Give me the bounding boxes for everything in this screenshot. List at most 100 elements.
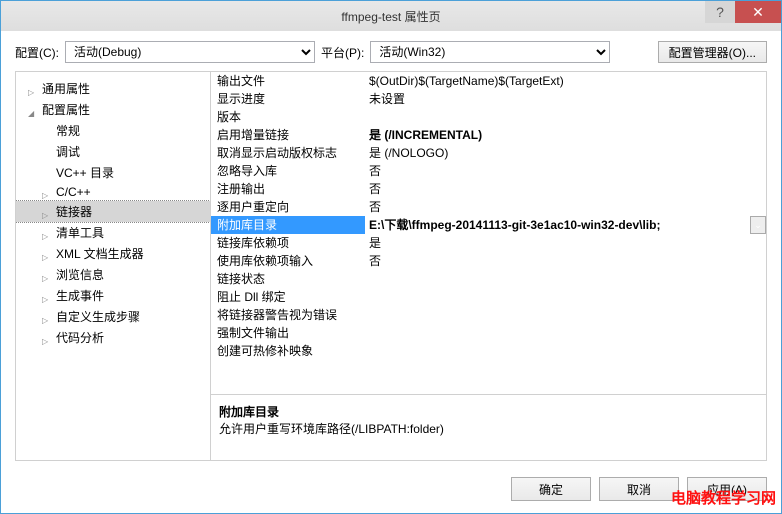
config-manager-button[interactable]: 配置管理器(O)... (658, 41, 767, 63)
property-grid[interactable]: 输出文件$(OutDir)$(TargetName)$(TargetExt)显示… (211, 72, 766, 394)
property-name: 版本 (211, 108, 365, 126)
tree-item[interactable]: 通用属性 (16, 78, 210, 99)
tree-item[interactable]: 配置属性 (16, 99, 210, 120)
property-row[interactable]: 注册输出否 (211, 180, 766, 198)
property-row[interactable]: 阻止 Dll 绑定 (211, 288, 766, 306)
tree-item[interactable]: 自定义生成步骤 (16, 306, 210, 327)
watermark: 电脑教程学习网 (671, 487, 776, 508)
tree-item-label: 浏览信息 (56, 266, 104, 283)
caret-collapsed-icon[interactable] (42, 333, 52, 343)
property-row[interactable]: 逐用户重定向否 (211, 198, 766, 216)
caret-collapsed-icon[interactable] (42, 312, 52, 322)
platform-combo[interactable]: 活动(Win32) (370, 41, 610, 63)
property-row[interactable]: 忽略导入库否 (211, 162, 766, 180)
nav-tree[interactable]: 通用属性配置属性常规调试 VC++ 目录 C/C++ 链接器清单工具XML 文档生成器… (16, 72, 211, 460)
property-value[interactable]: 否 (365, 198, 766, 216)
property-name: 附加库目录 (211, 216, 365, 234)
tree-item-label: 生成事件 (56, 287, 104, 304)
tree-item[interactable]: 调试 (16, 141, 210, 162)
property-name: 注册输出 (211, 180, 365, 198)
description-title: 附加库目录 (219, 403, 758, 420)
property-name: 取消显示启动版权标志 (211, 144, 365, 162)
property-value[interactable]: 未设置 (365, 90, 766, 108)
dropdown-icon[interactable]: ⌄ (750, 216, 766, 234)
property-value[interactable] (365, 270, 766, 288)
caret-collapsed-icon[interactable] (42, 291, 52, 301)
tree-item[interactable]: 浏览信息 (16, 264, 210, 285)
description-text: 允许用户重写环境库路径(/LIBPATH:folder) (219, 420, 758, 437)
tree-item[interactable]: 链接器 (16, 201, 210, 222)
tree-item[interactable]: 代码分析 (16, 327, 210, 348)
tree-item-label: 配置属性 (42, 101, 90, 118)
help-button[interactable]: ? (705, 1, 735, 23)
config-combo[interactable]: 活动(Debug) (65, 41, 315, 63)
property-name: 创建可热修补映象 (211, 342, 365, 360)
toolbar: 配置(C): 活动(Debug) 平台(P): 活动(Win32) 配置管理器(… (1, 31, 781, 71)
property-row[interactable]: 使用库依赖项输入否 (211, 252, 766, 270)
tree-item[interactable]: VC++ 目录 (16, 162, 210, 183)
property-value[interactable] (365, 108, 766, 126)
property-row[interactable]: 强制文件输出 (211, 324, 766, 342)
tree-item-label: C/C++ (56, 185, 91, 199)
caret-collapsed-icon[interactable] (42, 187, 52, 197)
property-value[interactable]: E:\下载\ffmpeg-20141113-git-3e1ac10-win32-… (365, 216, 750, 234)
caret-collapsed-icon[interactable] (28, 84, 38, 94)
tree-item-label: 通用属性 (42, 80, 90, 97)
platform-label: 平台(P): (321, 44, 364, 61)
caret-collapsed-icon[interactable] (42, 207, 52, 217)
ok-button[interactable]: 确定 (511, 477, 591, 501)
tree-item-label: 调试 (56, 143, 80, 160)
caret-collapsed-icon[interactable] (42, 270, 52, 280)
property-value[interactable] (365, 288, 766, 306)
property-name: 链接库依赖项 (211, 234, 365, 252)
property-value[interactable] (365, 324, 766, 342)
property-value[interactable]: 是 (365, 234, 766, 252)
tree-item[interactable]: 常规 (16, 120, 210, 141)
property-value[interactable] (365, 342, 766, 360)
tree-item[interactable]: C/C++ (16, 183, 210, 201)
tree-item[interactable]: 清单工具 (16, 222, 210, 243)
description-panel: 附加库目录 允许用户重写环境库路径(/LIBPATH:folder) (211, 394, 766, 460)
property-name: 将链接器警告视为错误 (211, 306, 365, 324)
property-row[interactable]: 附加库目录E:\下载\ffmpeg-20141113-git-3e1ac10-w… (211, 216, 766, 234)
property-name: 强制文件输出 (211, 324, 365, 342)
property-name: 使用库依赖项输入 (211, 252, 365, 270)
property-row[interactable]: 链接库依赖项是 (211, 234, 766, 252)
dialog-footer: 确定 取消 应用(A) (1, 469, 781, 513)
property-row[interactable]: 链接状态 (211, 270, 766, 288)
caret-expanded-icon[interactable] (28, 105, 38, 115)
property-value[interactable]: 否 (365, 162, 766, 180)
tree-item[interactable]: XML 文档生成器 (16, 243, 210, 264)
caret-collapsed-icon[interactable] (42, 228, 52, 238)
property-value[interactable]: 是 (/INCREMENTAL) (365, 126, 766, 144)
tree-item-label: 自定义生成步骤 (56, 308, 140, 325)
property-name: 忽略导入库 (211, 162, 365, 180)
property-name: 启用增量链接 (211, 126, 365, 144)
property-row[interactable]: 将链接器警告视为错误 (211, 306, 766, 324)
caret-collapsed-icon[interactable] (42, 249, 52, 259)
titlebar[interactable]: ffmpeg-test 属性页 ? ✕ (1, 1, 781, 31)
tree-item[interactable]: 生成事件 (16, 285, 210, 306)
property-name: 输出文件 (211, 72, 365, 90)
property-value[interactable] (365, 306, 766, 324)
property-row[interactable]: 输出文件$(OutDir)$(TargetName)$(TargetExt) (211, 72, 766, 90)
tree-item-label: 代码分析 (56, 329, 104, 346)
property-name: 显示进度 (211, 90, 365, 108)
property-name: 阻止 Dll 绑定 (211, 288, 365, 306)
property-value[interactable]: $(OutDir)$(TargetName)$(TargetExt) (365, 72, 766, 90)
property-value[interactable]: 否 (365, 252, 766, 270)
config-label: 配置(C): (15, 44, 59, 61)
property-row[interactable]: 创建可热修补映象 (211, 342, 766, 360)
cancel-button[interactable]: 取消 (599, 477, 679, 501)
close-button[interactable]: ✕ (735, 1, 781, 23)
window-title: ffmpeg-test 属性页 (1, 8, 781, 25)
property-row[interactable]: 显示进度未设置 (211, 90, 766, 108)
property-value[interactable]: 是 (/NOLOGO) (365, 144, 766, 162)
property-name: 逐用户重定向 (211, 198, 365, 216)
property-row[interactable]: 版本 (211, 108, 766, 126)
property-value[interactable]: 否 (365, 180, 766, 198)
property-name: 链接状态 (211, 270, 365, 288)
tree-item-label: 链接器 (56, 203, 92, 220)
property-row[interactable]: 启用增量链接是 (/INCREMENTAL) (211, 126, 766, 144)
property-row[interactable]: 取消显示启动版权标志是 (/NOLOGO) (211, 144, 766, 162)
